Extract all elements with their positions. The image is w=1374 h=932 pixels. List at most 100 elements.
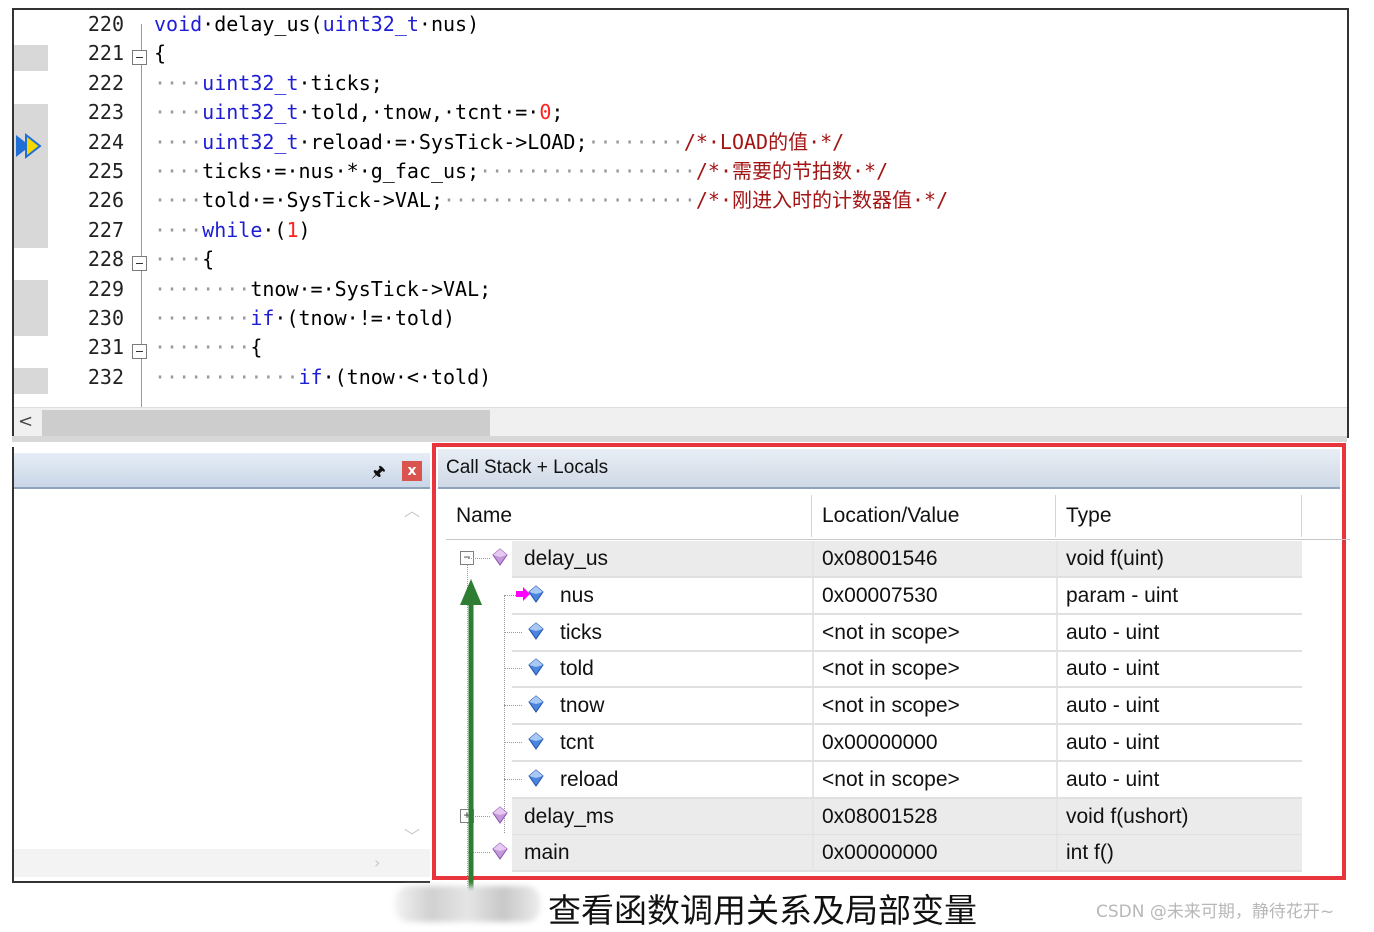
annotation-arrow-icon [460,579,482,905]
scroll-down-icon[interactable]: ﹀ [404,823,420,847]
scroll-up-icon[interactable]: ︿ [404,497,420,521]
panel-splitter[interactable] [12,436,1347,442]
code-comment: /*·需要的节拍数·*/ [695,158,889,183]
row-name: tnow [560,694,605,718]
code-line[interactable]: ········if·(tnow·!=·told) [154,304,1347,333]
column-header-type[interactable]: Type [1056,495,1302,537]
scroll-left-icon[interactable]: < [18,411,33,432]
code-keyword: uint32_t [202,100,299,125]
local-variable-row[interactable]: reload <not in scope> auto - uint [446,761,1302,799]
code-token: ·delay_us( [202,12,323,36]
code-token: ········ [154,305,251,330]
line-number: 221 [87,41,124,66]
column-header-location[interactable]: Location/Value [812,495,1056,537]
code-token: ····················· [443,188,696,213]
variable-icon [528,732,544,750]
code-text[interactable]: void·delay_us(uint32_t·nus){····uint32_t… [154,10,1347,392]
code-line[interactable]: ····told·=·SysTick->VAL;················… [154,186,1347,215]
line-number: 226 [87,188,124,213]
tree-connector [504,668,522,670]
code-token: 1 [286,217,299,242]
function-icon [492,842,508,861]
row-name: main [512,835,812,871]
local-variable-row[interactable]: tcnt 0x00000000 auto - uint [446,725,1302,762]
code-line[interactable]: void·delay_us(uint32_t·nus) [154,10,1347,39]
row-name: nus [560,583,594,607]
line-number: 225 [87,158,124,183]
row-name: ticks [560,620,602,644]
scroll-right-icon[interactable]: › [374,853,380,872]
code-line[interactable]: ····uint32_t·reload·=·SysTick->LOAD;····… [154,128,1347,157]
code-token: ·(tnow·!=·told) [274,305,456,330]
row-name: told [560,657,594,681]
code-line[interactable]: ····uint32_t·told,·tnow,·tcnt·=·0; [154,98,1347,127]
line-number: 224 [87,129,124,154]
code-editor[interactable]: 220 221 222 223 224 225 226 227 228 229 230 231 232 … [12,8,1349,438]
gutter-marker [14,280,48,336]
close-icon[interactable]: x [402,461,422,481]
code-line[interactable]: ····uint32_t·ticks; [154,69,1347,98]
code-line[interactable]: ····ticks·=·nus·*·g_fac_us;·············… [154,157,1347,186]
code-keyword: void [154,12,203,36]
local-variable-row[interactable]: nus 0x00007530 param - uint [446,577,1302,615]
left-panel-titlebar: 🖈 x [14,453,430,489]
code-line[interactable]: ········{ [154,333,1347,362]
function-icon [492,548,508,566]
row-location-value: 0x00000000 [812,725,1056,760]
code-token: ·told,·tnow,·tcnt·=· [298,100,540,125]
line-number: 228 [87,247,124,272]
left-panel-horizontal-scrollbar[interactable]: › [14,849,430,877]
code-token: { [250,335,263,360]
code-token: ···· [154,247,203,272]
row-type: param - uint [1056,577,1302,613]
code-line[interactable]: ····{ [154,245,1347,274]
line-number: 229 [87,276,124,301]
local-variable-row[interactable]: ticks <not in scope> auto - uint [446,614,1302,652]
fold-toggle-icon[interactable] [132,50,147,65]
line-number: 220 [87,12,124,36]
blurred-mark [395,886,540,922]
code-line[interactable]: ····while·(1) [154,216,1347,245]
row-type: auto - uint [1056,651,1302,687]
code-token: ···· [154,217,203,242]
row-location-value: <not in scope> [812,614,1056,650]
fold-toggle-icon[interactable] [132,344,147,359]
variable-icon [528,658,544,677]
code-token: ·ticks; [298,70,383,95]
fold-toggle-icon[interactable] [132,256,147,271]
call-stack-frame-row[interactable]: − delay_us 0x08001546 void f(uint) [446,541,1302,578]
code-token: ·················· [479,158,696,183]
pin-icon[interactable]: 🖈 [371,461,386,488]
row-type: void f(uint) [1056,541,1302,576]
scrollbar-thumb[interactable] [42,410,490,436]
row-type: auto - uint [1056,688,1302,724]
code-keyword: uint32_t [202,70,299,95]
breakpoint-gutter[interactable] [14,10,48,408]
row-location-value: <not in scope> [812,651,1056,687]
column-header-name[interactable]: Name [446,495,812,537]
row-location-value: 0x08001546 [812,541,1056,576]
row-name: delay_us [512,541,812,576]
local-variable-row[interactable]: tnow <not in scope> auto - uint [446,688,1302,726]
code-token: ········ [587,129,684,154]
code-comment: /*·LOAD的值·*/ [683,129,845,154]
code-token: 0 [539,100,552,125]
call-stack-frame-row[interactable]: + delay_ms 0x08001528 void f(ushort) [446,798,1302,836]
variable-icon [528,695,544,714]
figure-caption: 查看函数调用关系及局部变量 [548,891,977,930]
local-variable-row[interactable]: told <not in scope> auto - uint [446,651,1302,689]
call-stack-locals-window: Call Stack + Locals Name Location/Value … [432,443,1350,905]
row-location-value: <not in scope> [812,761,1056,797]
editor-horizontal-scrollbar[interactable]: < [14,407,1347,438]
row-divider [512,870,1302,873]
code-token: ·nus) [418,12,480,36]
code-line[interactable]: ············if·(tnow·<·told) [154,363,1347,392]
code-token: ·( [262,217,287,242]
code-line[interactable]: { [154,39,1347,68]
call-stack-frame-row[interactable]: main 0x00000000 int f() [446,835,1302,873]
code-token: ticks·=·nus·*·g_fac_us; [202,158,480,183]
code-token: ···· [154,158,203,183]
gutter-marker [14,45,48,71]
line-number: 231 [87,335,124,360]
code-line[interactable]: ········tnow·=·SysTick->VAL; [154,275,1347,304]
